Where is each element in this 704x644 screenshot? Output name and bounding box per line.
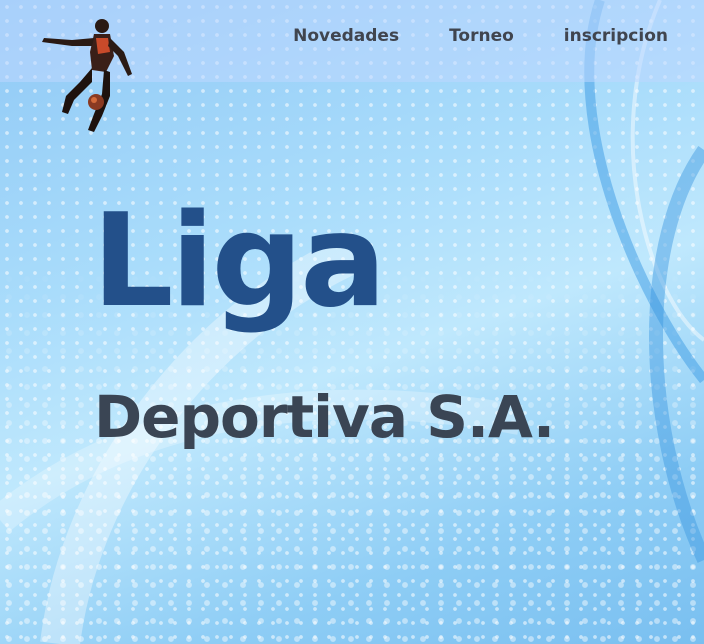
nav-link-torneo[interactable]: Torneo (449, 26, 514, 46)
hero-subtitle: Deportiva S.A. (94, 383, 555, 451)
hero-title: Liga (92, 187, 386, 336)
main-nav: Novedades Torneo inscripcion (293, 26, 668, 46)
nav-link-inscripcion[interactable]: inscripcion (564, 26, 668, 46)
soccer-player-icon[interactable] (36, 12, 140, 138)
nav-link-novedades[interactable]: Novedades (293, 26, 399, 46)
